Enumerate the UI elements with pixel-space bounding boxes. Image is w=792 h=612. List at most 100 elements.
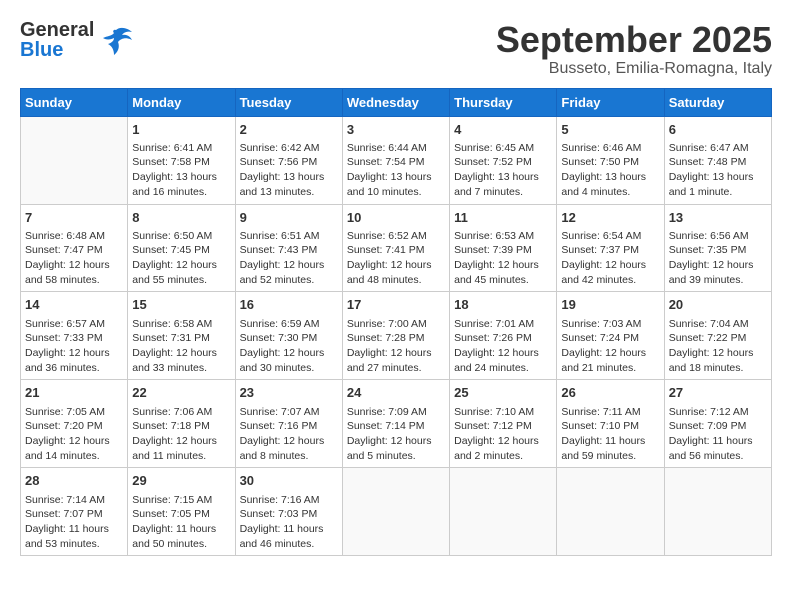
cell-text: Sunrise: 7:10 AM — [454, 405, 552, 420]
cell-text: and 24 minutes. — [454, 361, 552, 376]
cell-text: and 2 minutes. — [454, 449, 552, 464]
cell-text: Sunset: 7:48 PM — [669, 155, 767, 170]
calendar-cell: 8Sunrise: 6:50 AMSunset: 7:45 PMDaylight… — [128, 204, 235, 292]
calendar-cell: 29Sunrise: 7:15 AMSunset: 7:05 PMDayligh… — [128, 468, 235, 556]
cell-text: Sunrise: 6:42 AM — [240, 141, 338, 156]
cell-text: Sunset: 7:24 PM — [561, 331, 659, 346]
day-number: 14 — [25, 296, 123, 314]
cell-text: Sunrise: 7:00 AM — [347, 317, 445, 332]
cell-text: and 56 minutes. — [669, 449, 767, 464]
day-number: 25 — [454, 384, 552, 402]
cell-text: Sunset: 7:43 PM — [240, 243, 338, 258]
cell-text: Sunrise: 6:57 AM — [25, 317, 123, 332]
calendar-cell: 18Sunrise: 7:01 AMSunset: 7:26 PMDayligh… — [450, 292, 557, 380]
cell-text: Sunset: 7:35 PM — [669, 243, 767, 258]
cell-text: Sunrise: 7:03 AM — [561, 317, 659, 332]
calendar-cell: 27Sunrise: 7:12 AMSunset: 7:09 PMDayligh… — [664, 380, 771, 468]
day-number: 12 — [561, 209, 659, 227]
calendar-cell: 11Sunrise: 6:53 AMSunset: 7:39 PMDayligh… — [450, 204, 557, 292]
cell-text: Daylight: 12 hours — [347, 346, 445, 361]
cell-text: and 14 minutes. — [25, 449, 123, 464]
logo-general: General — [20, 20, 94, 40]
cell-text: Daylight: 13 hours — [132, 170, 230, 185]
day-number: 11 — [454, 209, 552, 227]
cell-text: and 53 minutes. — [25, 537, 123, 552]
cell-text: Sunrise: 7:14 AM — [25, 493, 123, 508]
cell-text: Daylight: 12 hours — [240, 346, 338, 361]
month-title: September 2025 — [496, 20, 772, 60]
day-number: 19 — [561, 296, 659, 314]
logo-blue: Blue — [20, 40, 94, 60]
cell-text: and 50 minutes. — [132, 537, 230, 552]
week-row-0: 1Sunrise: 6:41 AMSunset: 7:58 PMDaylight… — [21, 116, 772, 204]
cell-text: Daylight: 12 hours — [132, 346, 230, 361]
cell-text: Sunset: 7:20 PM — [25, 419, 123, 434]
cell-text: Daylight: 12 hours — [25, 434, 123, 449]
cell-text: Daylight: 12 hours — [25, 258, 123, 273]
cell-text: Daylight: 12 hours — [25, 346, 123, 361]
cell-text: Sunset: 7:33 PM — [25, 331, 123, 346]
cell-text: Sunrise: 7:05 AM — [25, 405, 123, 420]
cell-text: Sunrise: 6:53 AM — [454, 229, 552, 244]
day-number: 13 — [669, 209, 767, 227]
calendar-cell: 25Sunrise: 7:10 AMSunset: 7:12 PMDayligh… — [450, 380, 557, 468]
cell-text: Sunset: 7:18 PM — [132, 419, 230, 434]
cell-text: Sunrise: 7:15 AM — [132, 493, 230, 508]
location: Busseto, Emilia-Romagna, Italy — [496, 60, 772, 78]
calendar-cell: 21Sunrise: 7:05 AMSunset: 7:20 PMDayligh… — [21, 380, 128, 468]
weekday-row: SundayMondayTuesdayWednesdayThursdayFrid… — [21, 88, 772, 116]
cell-text: Daylight: 13 hours — [347, 170, 445, 185]
cell-text: Sunset: 7:14 PM — [347, 419, 445, 434]
calendar-cell: 13Sunrise: 6:56 AMSunset: 7:35 PMDayligh… — [664, 204, 771, 292]
cell-text: Sunrise: 6:51 AM — [240, 229, 338, 244]
calendar-cell: 22Sunrise: 7:06 AMSunset: 7:18 PMDayligh… — [128, 380, 235, 468]
cell-text: and 7 minutes. — [454, 185, 552, 200]
cell-text: and 30 minutes. — [240, 361, 338, 376]
day-number: 20 — [669, 296, 767, 314]
cell-text: Sunset: 7:09 PM — [669, 419, 767, 434]
week-row-4: 28Sunrise: 7:14 AMSunset: 7:07 PMDayligh… — [21, 468, 772, 556]
weekday-header-thursday: Thursday — [450, 88, 557, 116]
day-number: 29 — [132, 472, 230, 490]
day-number: 17 — [347, 296, 445, 314]
cell-text: Sunset: 7:31 PM — [132, 331, 230, 346]
cell-text: Daylight: 12 hours — [561, 346, 659, 361]
cell-text: Sunrise: 7:04 AM — [669, 317, 767, 332]
cell-text: and 21 minutes. — [561, 361, 659, 376]
calendar-cell: 30Sunrise: 7:16 AMSunset: 7:03 PMDayligh… — [235, 468, 342, 556]
calendar-cell: 6Sunrise: 6:47 AMSunset: 7:48 PMDaylight… — [664, 116, 771, 204]
cell-text: and 4 minutes. — [561, 185, 659, 200]
calendar-cell: 10Sunrise: 6:52 AMSunset: 7:41 PMDayligh… — [342, 204, 449, 292]
day-number: 28 — [25, 472, 123, 490]
cell-text: Daylight: 12 hours — [347, 258, 445, 273]
cell-text: Sunrise: 6:58 AM — [132, 317, 230, 332]
cell-text: Sunset: 7:26 PM — [454, 331, 552, 346]
cell-text: Sunset: 7:30 PM — [240, 331, 338, 346]
cell-text: and 55 minutes. — [132, 273, 230, 288]
cell-text: Daylight: 12 hours — [132, 258, 230, 273]
calendar-cell: 2 Sunrise: 6:42 AMSunset: 7:56 PMDaylight… — [235, 116, 342, 204]
cell-text: Sunrise: 7:16 AM — [240, 493, 338, 508]
calendar-cell: 23Sunrise: 7:07 AMSunset: 7:16 PMDayligh… — [235, 380, 342, 468]
week-row-2: 14Sunrise: 6:57 AMSunset: 7:33 PMDayligh… — [21, 292, 772, 380]
day-number: 2 — [240, 121, 338, 139]
logo: General Blue — [20, 20, 134, 60]
cell-text: Sunrise: 7:12 AM — [669, 405, 767, 420]
calendar-cell: 12Sunrise: 6:54 AMSunset: 7:37 PMDayligh… — [557, 204, 664, 292]
cell-text: Sunrise: 7:07 AM — [240, 405, 338, 420]
cell-text: Daylight: 12 hours — [561, 258, 659, 273]
cell-text: Sunset: 7:56 PM — [240, 155, 338, 170]
cell-text: and 58 minutes. — [25, 273, 123, 288]
cell-text: Daylight: 12 hours — [454, 346, 552, 361]
cell-text: Sunrise: 6:50 AM — [132, 229, 230, 244]
cell-text: Daylight: 13 hours — [240, 170, 338, 185]
calendar-cell: 3Sunrise: 6:44 AMSunset: 7:54 PMDaylight… — [342, 116, 449, 204]
cell-text: Sunrise: 6:47 AM — [669, 141, 767, 156]
cell-text: Sunset: 7:58 PM — [132, 155, 230, 170]
cell-text: Sunrise: 7:06 AM — [132, 405, 230, 420]
title-area: September 2025 Busseto, Emilia-Romagna, … — [496, 20, 772, 78]
cell-text: and 36 minutes. — [25, 361, 123, 376]
cell-text: Sunset: 7:22 PM — [669, 331, 767, 346]
cell-text: Daylight: 12 hours — [454, 434, 552, 449]
calendar-cell: 20Sunrise: 7:04 AMSunset: 7:22 PMDayligh… — [664, 292, 771, 380]
